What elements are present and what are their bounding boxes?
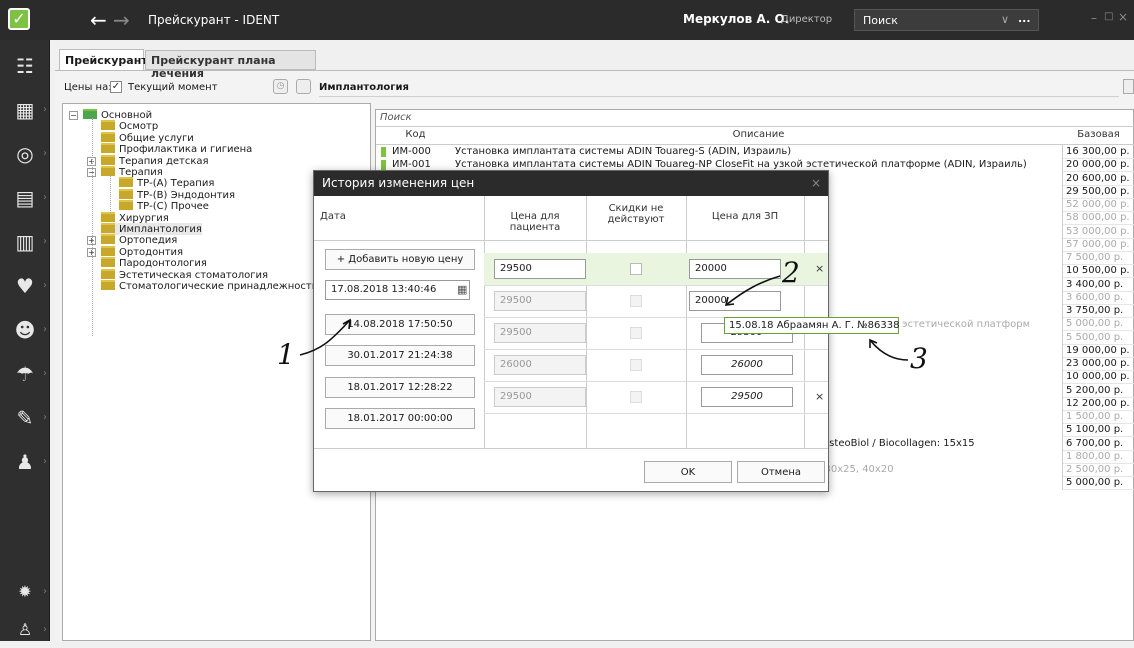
annotation-1: 1 <box>277 338 295 371</box>
annotation-2: 2 <box>782 256 800 289</box>
annotation-3: 3 <box>910 342 928 375</box>
annotation-overlay <box>299 275 909 361</box>
